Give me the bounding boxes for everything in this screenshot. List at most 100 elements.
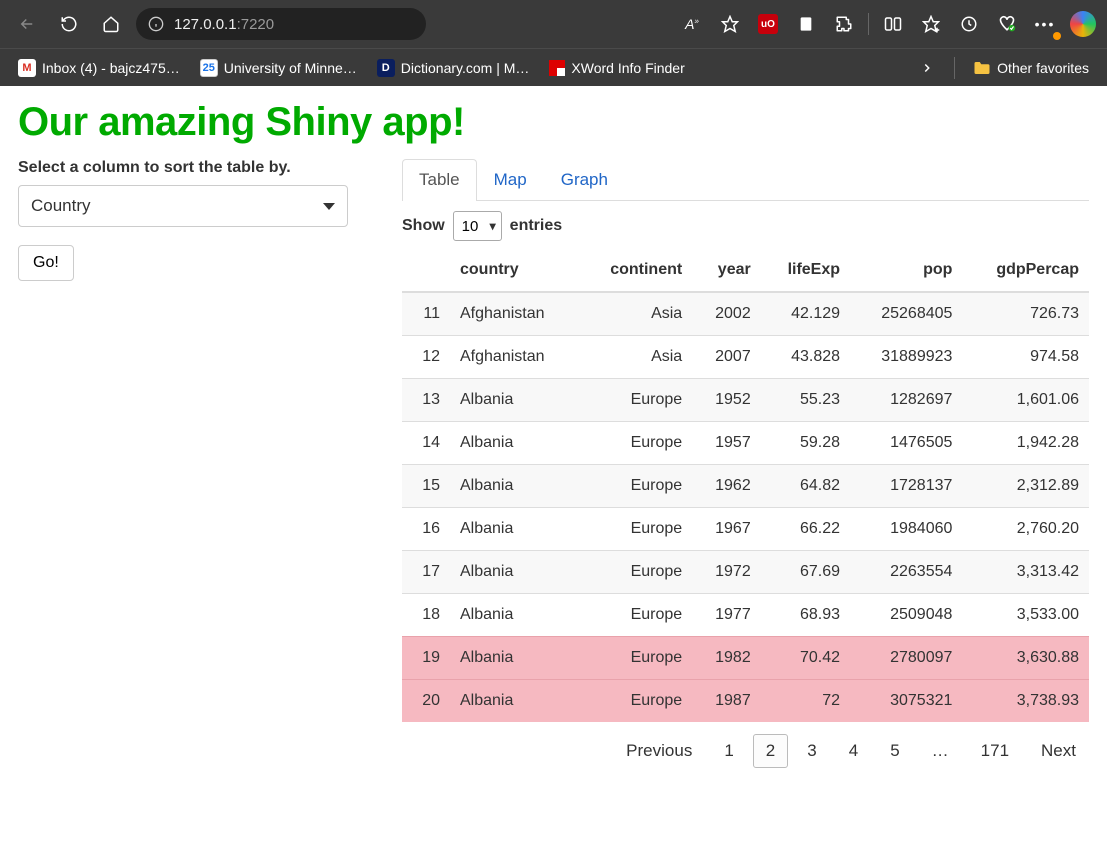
cell-pop: 2780097: [850, 637, 962, 680]
favorites-icon[interactable]: [917, 10, 945, 38]
column-select[interactable]: Country: [18, 185, 348, 227]
split-screen-icon[interactable]: [879, 10, 907, 38]
cell-continent: Europe: [579, 508, 692, 551]
cell-gdp: 974.58: [962, 336, 1089, 379]
table-row[interactable]: 15AlbaniaEurope196264.8217281372,312.89: [402, 465, 1089, 508]
page-title: Our amazing Shiny app!: [18, 100, 1089, 145]
cell-idx: 13: [402, 379, 450, 422]
cell-continent: Europe: [579, 551, 692, 594]
page-next[interactable]: Next: [1028, 734, 1089, 768]
cell-pop: 2509048: [850, 594, 962, 637]
page-1[interactable]: 1: [711, 734, 746, 768]
table-row[interactable]: 18AlbaniaEurope197768.9325090483,533.00: [402, 594, 1089, 637]
table-row[interactable]: 20AlbaniaEurope19877230753213,738.93: [402, 680, 1089, 723]
cell-year: 1962: [692, 465, 761, 508]
table-row[interactable]: 16AlbaniaEurope196766.2219840602,760.20: [402, 508, 1089, 551]
cell-pop: 1728137: [850, 465, 962, 508]
cell-pop: 1476505: [850, 422, 962, 465]
dictionary-icon: D: [377, 59, 395, 77]
favorite-label: XWord Info Finder: [571, 60, 684, 76]
cell-country: Albania: [450, 508, 579, 551]
table-row[interactable]: 13AlbaniaEurope195255.2312826971,601.06: [402, 379, 1089, 422]
cell-gdp: 1,942.28: [962, 422, 1089, 465]
cell-gdp: 3,313.42: [962, 551, 1089, 594]
col-country[interactable]: country: [450, 249, 579, 292]
page-4[interactable]: 4: [836, 734, 871, 768]
col-lifeexp[interactable]: lifeExp: [761, 249, 850, 292]
read-aloud-icon[interactable]: A»: [678, 10, 706, 38]
cell-continent: Europe: [579, 465, 692, 508]
table-row[interactable]: 17AlbaniaEurope197267.6922635543,313.42: [402, 551, 1089, 594]
table-header-row: country continent year lifeExp pop gdpPe…: [402, 249, 1089, 292]
cell-lifeExp: 72: [761, 680, 850, 723]
address-bar[interactable]: 127.0.0.1:7220: [136, 8, 426, 40]
page-2[interactable]: 2: [753, 734, 788, 768]
ublock-icon[interactable]: uO: [754, 10, 782, 38]
cell-lifeExp: 64.82: [761, 465, 850, 508]
browser-toolbar: 127.0.0.1:7220 A» uO •••: [0, 0, 1107, 48]
extensions-icon[interactable]: [830, 10, 858, 38]
favorite-label: Dictionary.com | M…: [401, 60, 530, 76]
cell-country: Afghanistan: [450, 336, 579, 379]
cell-idx: 16: [402, 508, 450, 551]
tab-map[interactable]: Map: [477, 159, 544, 200]
cell-year: 1982: [692, 637, 761, 680]
copilot-icon[interactable]: [1069, 10, 1097, 38]
favorite-label: University of Minne…: [224, 60, 357, 76]
cell-lifeExp: 55.23: [761, 379, 850, 422]
favorite-gmail[interactable]: M Inbox (4) - bajcz475…: [10, 55, 188, 81]
cell-country: Albania: [450, 465, 579, 508]
cell-country: Albania: [450, 637, 579, 680]
cell-continent: Asia: [579, 292, 692, 336]
col-gdp[interactable]: gdpPercap: [962, 249, 1089, 292]
go-button[interactable]: Go!: [18, 245, 74, 281]
cell-pop: 25268405: [850, 292, 962, 336]
page-3[interactable]: 3: [794, 734, 829, 768]
page-171[interactable]: 171: [968, 734, 1022, 768]
sort-label: Select a column to sort the table by.: [18, 159, 378, 177]
cell-lifeExp: 67.69: [761, 551, 850, 594]
page-previous[interactable]: Previous: [613, 734, 705, 768]
other-favorites[interactable]: Other favorites: [965, 56, 1097, 80]
col-year[interactable]: year: [692, 249, 761, 292]
cell-idx: 17: [402, 551, 450, 594]
favorites-overflow-icon[interactable]: [910, 51, 944, 85]
data-table: country continent year lifeExp pop gdpPe…: [402, 249, 1089, 722]
cell-year: 1972: [692, 551, 761, 594]
favorite-star-icon[interactable]: [716, 10, 744, 38]
col-pop[interactable]: pop: [850, 249, 962, 292]
back-button[interactable]: [10, 7, 44, 41]
favorite-umn[interactable]: 25 University of Minne…: [192, 55, 365, 81]
site-info-icon: [148, 16, 164, 32]
favorite-xword[interactable]: XWord Info Finder: [541, 56, 692, 80]
entries-suffix: entries: [510, 217, 562, 235]
cell-year: 1957: [692, 422, 761, 465]
page-icon[interactable]: [792, 10, 820, 38]
cell-lifeExp: 66.22: [761, 508, 850, 551]
col-continent[interactable]: continent: [579, 249, 692, 292]
cell-country: Albania: [450, 422, 579, 465]
table-row[interactable]: 11AfghanistanAsia200242.12925268405726.7…: [402, 292, 1089, 336]
favorite-dictionary[interactable]: D Dictionary.com | M…: [369, 55, 538, 81]
health-icon[interactable]: [993, 10, 1021, 38]
tab-table[interactable]: Table: [402, 159, 477, 201]
entries-select[interactable]: 10: [453, 211, 502, 241]
cell-gdp: 1,601.06: [962, 379, 1089, 422]
tab-graph[interactable]: Graph: [544, 159, 625, 200]
cell-year: 1987: [692, 680, 761, 723]
refresh-button[interactable]: [52, 7, 86, 41]
table-row[interactable]: 12AfghanistanAsia200743.82831889923974.5…: [402, 336, 1089, 379]
history-icon[interactable]: [955, 10, 983, 38]
cell-idx: 11: [402, 292, 450, 336]
home-button[interactable]: [94, 7, 128, 41]
column-select-value: Country: [31, 196, 91, 216]
favorites-bar: M Inbox (4) - bajcz475… 25 University of…: [0, 48, 1107, 86]
more-icon[interactable]: •••: [1031, 10, 1059, 38]
gmail-icon: M: [18, 59, 36, 77]
page-5[interactable]: 5: [877, 734, 912, 768]
cell-pop: 2263554: [850, 551, 962, 594]
table-row[interactable]: 19AlbaniaEurope198270.4227800973,630.88: [402, 637, 1089, 680]
table-row[interactable]: 14AlbaniaEurope195759.2814765051,942.28: [402, 422, 1089, 465]
cell-lifeExp: 59.28: [761, 422, 850, 465]
col-index[interactable]: [402, 249, 450, 292]
